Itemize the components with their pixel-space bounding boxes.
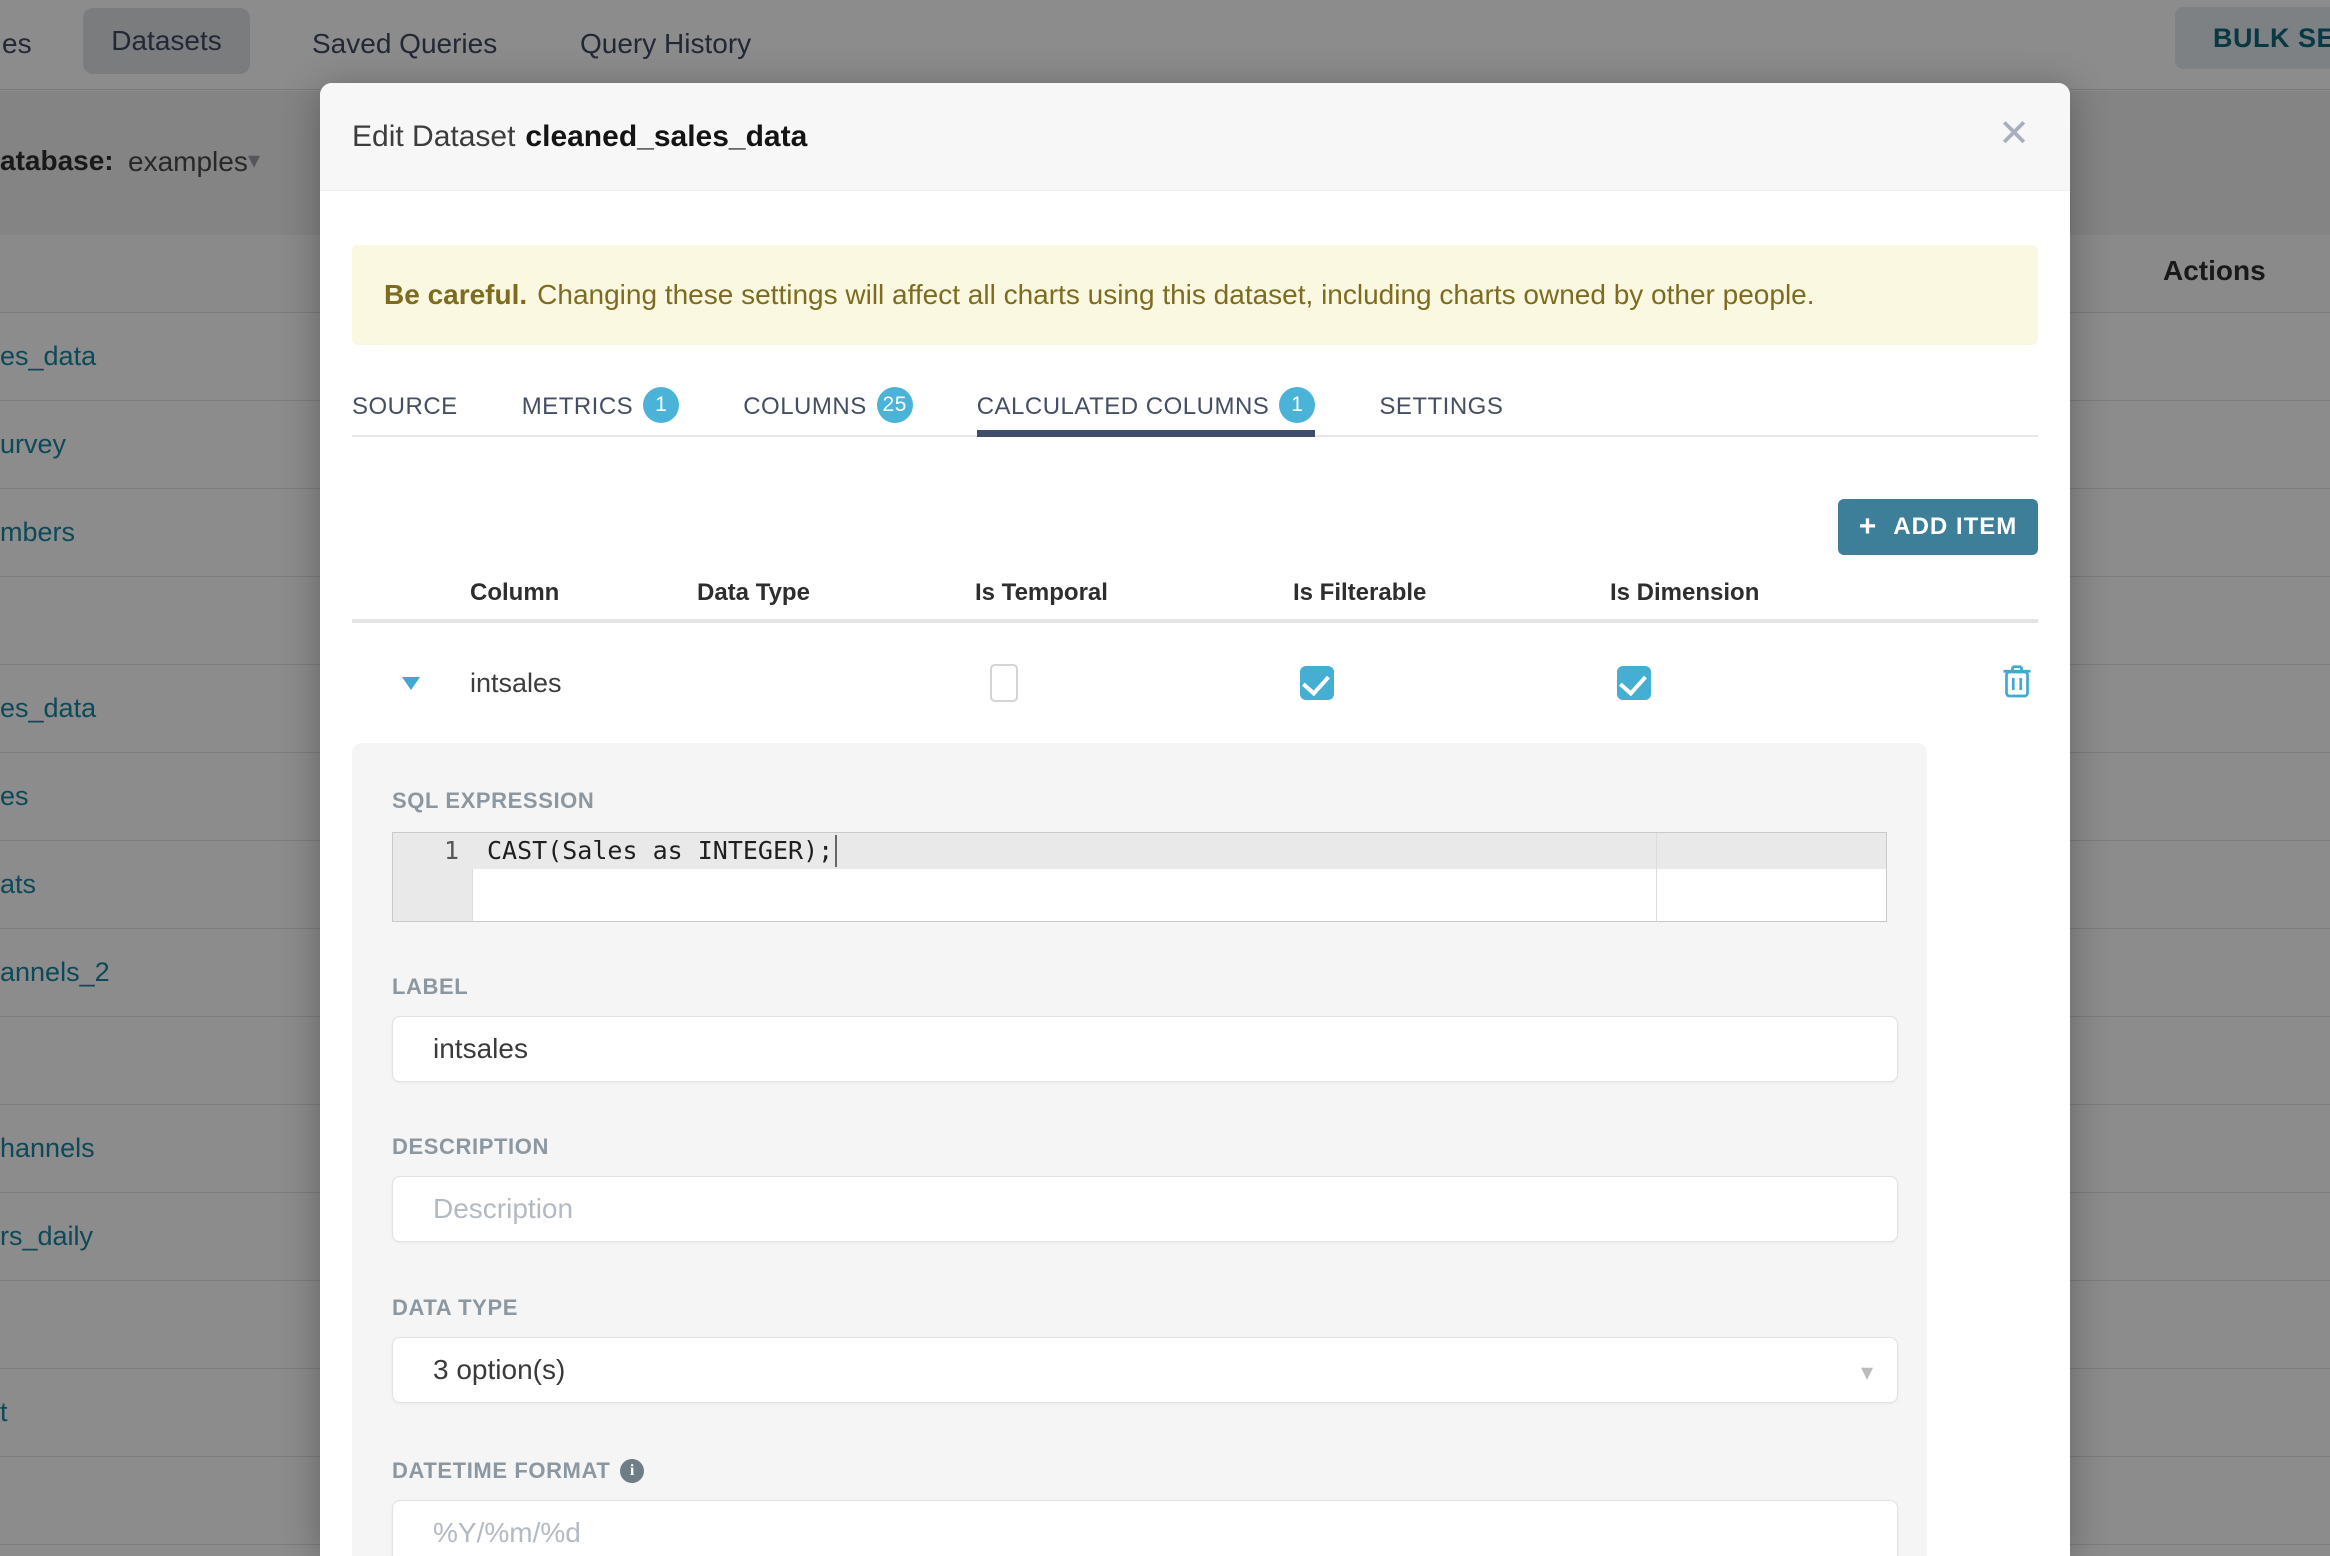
is-temporal-checkbox[interactable]: [990, 664, 1018, 702]
data-type-select[interactable]: 3 option(s) ▾: [392, 1337, 1898, 1403]
modal-header: Edit Dataset cleaned_sales_data ✕: [320, 83, 2070, 191]
data-type-value: 3 option(s): [433, 1354, 566, 1385]
add-item-row: + ADD ITEM: [352, 499, 2038, 555]
editor-code: CAST(Sales as INTEGER);: [487, 836, 834, 865]
close-icon[interactable]: ✕: [1998, 115, 2030, 153]
info-icon: i: [620, 1459, 645, 1483]
tab-settings[interactable]: SETTINGS: [1379, 393, 1503, 435]
datetime-format-field-label: DATETIME FORMAT i: [392, 1458, 1887, 1484]
header-column: Column: [470, 579, 560, 606]
datetime-format-input[interactable]: %Y/%m/%d: [392, 1500, 1898, 1556]
column-detail-panel: SQL EXPRESSION 1 CAST(Sales as INTEGER);…: [352, 743, 1927, 1556]
header-is-dimension: Is Dimension: [1610, 579, 1760, 606]
is-dimension-checkbox[interactable]: [1617, 666, 1651, 700]
warning-banner: Be careful. Changing these settings will…: [352, 245, 2038, 345]
tab-calculated-columns[interactable]: CALCULATED COLUMNS 1: [976, 387, 1316, 437]
modal-title-dataset-name: cleaned_sales_data: [525, 119, 808, 153]
warning-text: Changing these settings will affect all …: [537, 279, 1815, 310]
label-field-label: LABEL: [392, 974, 469, 999]
header-is-temporal: Is Temporal: [975, 579, 1108, 606]
plus-icon: +: [1858, 510, 1878, 543]
description-field-label: DESCRIPTION: [392, 1134, 549, 1159]
description-input[interactable]: Description: [392, 1176, 1898, 1242]
sql-expression-editor[interactable]: 1 CAST(Sales as INTEGER);: [392, 832, 1887, 922]
header-is-filterable: Is Filterable: [1293, 579, 1427, 606]
add-item-label: ADD ITEM: [1893, 513, 2018, 540]
trash-icon[interactable]: [2002, 663, 2032, 699]
edit-dataset-modal: Edit Dataset cleaned_sales_data ✕ Be care…: [320, 83, 2070, 1556]
modal-body: Be careful. Changing these settings will…: [320, 245, 2070, 1556]
tab-columns[interactable]: COLUMNS 25: [743, 387, 913, 435]
tab-metrics[interactable]: METRICS 1: [522, 387, 680, 435]
caret-down-icon: ▾: [1860, 1359, 1873, 1386]
modal-title-prefix: Edit Dataset: [352, 119, 516, 153]
tab-source[interactable]: SOURCE: [352, 393, 458, 435]
is-filterable-checkbox[interactable]: [1300, 666, 1334, 700]
add-item-button[interactable]: + ADD ITEM: [1838, 499, 2038, 555]
tab-count-badge: 1: [643, 387, 680, 423]
sql-expression-label: SQL EXPRESSION: [392, 788, 595, 813]
editor-line-number: 1: [443, 836, 459, 865]
datetime-format-label-text: DATETIME FORMAT: [392, 1458, 611, 1483]
editor-cursor: [835, 835, 837, 867]
header-data-type: Data Type: [697, 579, 810, 606]
calculated-columns-header-row: Column Data Type Is Temporal Is Filterab…: [352, 567, 2038, 623]
data-type-field-label: DATA TYPE: [392, 1295, 518, 1320]
table-row: intsales: [352, 623, 2038, 743]
editor-print-margin: [1656, 833, 1657, 921]
collapse-caret-icon[interactable]: [402, 676, 420, 690]
column-name: intsales: [470, 667, 562, 698]
modal-title: Edit Dataset cleaned_sales_data: [352, 120, 807, 154]
tab-count-badge: 25: [876, 387, 913, 423]
label-input[interactable]: intsales: [392, 1016, 1898, 1082]
tab-count-badge: 1: [1279, 387, 1316, 423]
modal-tab-bar: SOURCE METRICS 1 COLUMNS 25 CALCULATED COLUMN…: [352, 387, 2038, 437]
warning-bold-text: Be careful.: [384, 279, 528, 310]
